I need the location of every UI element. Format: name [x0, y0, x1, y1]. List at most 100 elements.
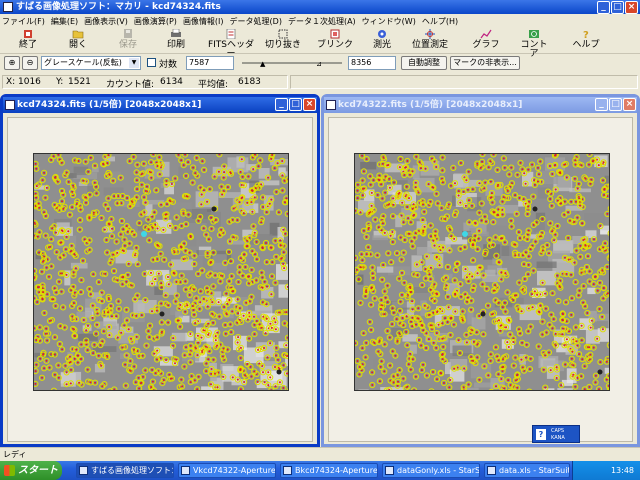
- y-value: 1521: [68, 77, 91, 87]
- language-bar[interactable]: ? CAPS KANA: [532, 425, 580, 443]
- graph-button[interactable]: グラフ: [470, 29, 502, 53]
- status-bar: レディ: [0, 447, 640, 461]
- printer-icon: [170, 28, 182, 39]
- slider-max-thumb[interactable]: ⊿: [316, 60, 322, 68]
- display-mode-select[interactable]: グレースケール(反転) ▼: [41, 56, 141, 70]
- app-icon: [3, 2, 13, 12]
- chevron-down-icon[interactable]: ▼: [129, 58, 139, 68]
- astrometry-button[interactable]: 位置測定: [408, 29, 452, 53]
- contour-button[interactable]: コントア: [518, 29, 550, 59]
- taskbar: スタート すばる画像処理ソフト：マ... Vkcd74322-Aperture.…: [0, 461, 640, 480]
- window-1-minimize-button[interactable]: _: [275, 98, 288, 111]
- start-button[interactable]: スタート: [0, 461, 62, 480]
- spreadsheet-icon: [283, 466, 292, 475]
- spreadsheet-icon: [487, 466, 496, 475]
- exit-button[interactable]: 終了: [12, 29, 44, 53]
- toolbar: 終了 開く 保存 印刷 FITSヘッダー 切り抜き ブリンク 測光 位置測定 グ…: [0, 28, 640, 59]
- window-2-minimize-button[interactable]: _: [595, 98, 608, 111]
- blink-button[interactable]: ブリンク: [317, 29, 353, 53]
- hide-marks-button[interactable]: マークの非表示...: [450, 56, 520, 70]
- readout-pane-extra: [290, 75, 638, 89]
- slider-min-thumb[interactable]: ▲: [260, 60, 265, 68]
- exit-icon: [22, 29, 34, 39]
- star-image-2[interactable]: [354, 153, 610, 391]
- zoom-out-icon: ⊖: [26, 58, 34, 67]
- zoom-in-icon: ⊕: [8, 58, 16, 67]
- menu-file[interactable]: ファイル(F): [2, 16, 45, 27]
- blink-icon: [329, 29, 341, 39]
- help-button[interactable]: ? ヘルプ: [568, 29, 604, 53]
- crop-button[interactable]: 切り抜き: [265, 29, 301, 53]
- menu-primary-processing[interactable]: データ１次処理(A): [288, 16, 356, 27]
- window-1-maximize-button[interactable]: □: [289, 98, 302, 111]
- menu-bar: ファイル(F) 編集(E) 画像表示(V) 画像演算(P) 画像情報(I) デー…: [0, 14, 640, 28]
- windows-logo-icon: [4, 465, 15, 476]
- coordinate-readout: X: 1016 Y: 1521 カウント値: 6134 平均値: 6183: [0, 73, 640, 91]
- crop-icon: [277, 29, 289, 39]
- disk-icon: [122, 29, 134, 39]
- app-close-button[interactable]: ×: [625, 1, 638, 14]
- image-panel-2: [328, 117, 633, 442]
- menu-window[interactable]: ウィンドウ(W): [362, 16, 416, 27]
- log-label: 対数: [159, 60, 178, 70]
- image-window-1[interactable]: kcd74324.fits (1/5倍) [2048x2048x1] _ □ ×: [0, 94, 320, 447]
- star-image-1[interactable]: [33, 153, 289, 391]
- app-icon: [79, 466, 88, 475]
- count-value: 6134: [160, 77, 183, 87]
- spreadsheet-icon: [385, 466, 394, 475]
- zoom-in-button[interactable]: ⊕: [4, 56, 20, 70]
- fits-header-button[interactable]: FITSヘッダー: [205, 28, 257, 59]
- app-title-bar: すばる画像処理ソフト：マカリ - kcd74324.fits _ □ ×: [0, 0, 640, 14]
- help-icon: ?: [580, 29, 592, 41]
- spreadsheet-icon: [181, 466, 190, 475]
- taskbar-item-data[interactable]: data.xls - StarSuite 7: [484, 463, 570, 478]
- photometry-button[interactable]: 測光: [366, 29, 398, 53]
- folder-icon: [72, 29, 84, 39]
- app-title: すばる画像処理ソフト：マカリ - kcd74324.fits: [16, 2, 221, 12]
- ime-help-icon[interactable]: ?: [536, 429, 546, 440]
- star-field-1: [34, 154, 288, 390]
- window-icon: [326, 100, 336, 110]
- taskbar-item-bkcd74324[interactable]: Bkcd74324-Aperture...: [280, 463, 378, 478]
- window-2-maximize-button[interactable]: □: [609, 98, 622, 111]
- image-window-2[interactable]: kcd74322.fits (1/5倍) [2048x2048x1] _ □ ×: [321, 94, 640, 447]
- app-maximize-button[interactable]: □: [611, 1, 624, 14]
- contour-icon: [528, 29, 540, 39]
- range-slider[interactable]: ▲ ⊿: [242, 56, 342, 70]
- print-button[interactable]: 印刷: [160, 28, 192, 53]
- app-minimize-button[interactable]: _: [597, 1, 610, 14]
- menu-data-processing[interactable]: データ処理(D): [230, 16, 282, 27]
- menu-image-calc[interactable]: 画像演算(P): [134, 16, 177, 27]
- photometry-icon: [376, 29, 388, 39]
- clock[interactable]: 13:48: [611, 466, 634, 475]
- image-window-1-titlebar[interactable]: kcd74324.fits (1/5倍) [2048x2048x1] _ □ ×: [3, 97, 317, 113]
- menu-help[interactable]: ヘルプ(H): [422, 16, 458, 27]
- image-panel-1: [7, 117, 313, 442]
- menu-edit[interactable]: 編集(E): [51, 16, 78, 27]
- open-button[interactable]: 開く: [62, 29, 94, 53]
- menu-view[interactable]: 画像表示(V): [84, 16, 128, 27]
- window-icon: [5, 100, 15, 110]
- auto-adjust-button[interactable]: 自動調整: [401, 56, 447, 70]
- save-button[interactable]: 保存: [112, 29, 144, 53]
- window-2-close-button[interactable]: ×: [623, 98, 636, 111]
- zoom-out-button[interactable]: ⊖: [22, 56, 38, 70]
- window-1-close-button[interactable]: ×: [303, 98, 316, 111]
- document-icon: [225, 28, 237, 40]
- system-tray: 13:48: [572, 461, 640, 480]
- graph-icon: [480, 29, 492, 39]
- min-value-input[interactable]: 7587: [186, 56, 234, 70]
- menu-image-info[interactable]: 画像情報(I): [183, 16, 224, 27]
- crosshair-icon: [424, 29, 436, 39]
- mean-value: 6183: [238, 77, 261, 87]
- log-checkbox[interactable]: [147, 58, 156, 67]
- x-value: 1016: [18, 77, 41, 87]
- max-value-input[interactable]: 8356: [348, 56, 396, 70]
- star-field-2: [355, 154, 609, 390]
- taskbar-item-vkcd74322[interactable]: Vkcd74322-Aperture...: [178, 463, 276, 478]
- display-controls: ⊕ ⊖ グレースケール(反転) ▼ 対数 7587 ▲ ⊿ 8356 自動調整 …: [0, 55, 640, 71]
- taskbar-item-datagonly[interactable]: dataGonly.xls - StarS...: [382, 463, 480, 478]
- status-text: レディ: [3, 450, 27, 459]
- taskbar-item-makali[interactable]: すばる画像処理ソフト：マ...: [76, 463, 174, 478]
- image-window-2-titlebar[interactable]: kcd74322.fits (1/5倍) [2048x2048x1] _ □ ×: [324, 97, 637, 113]
